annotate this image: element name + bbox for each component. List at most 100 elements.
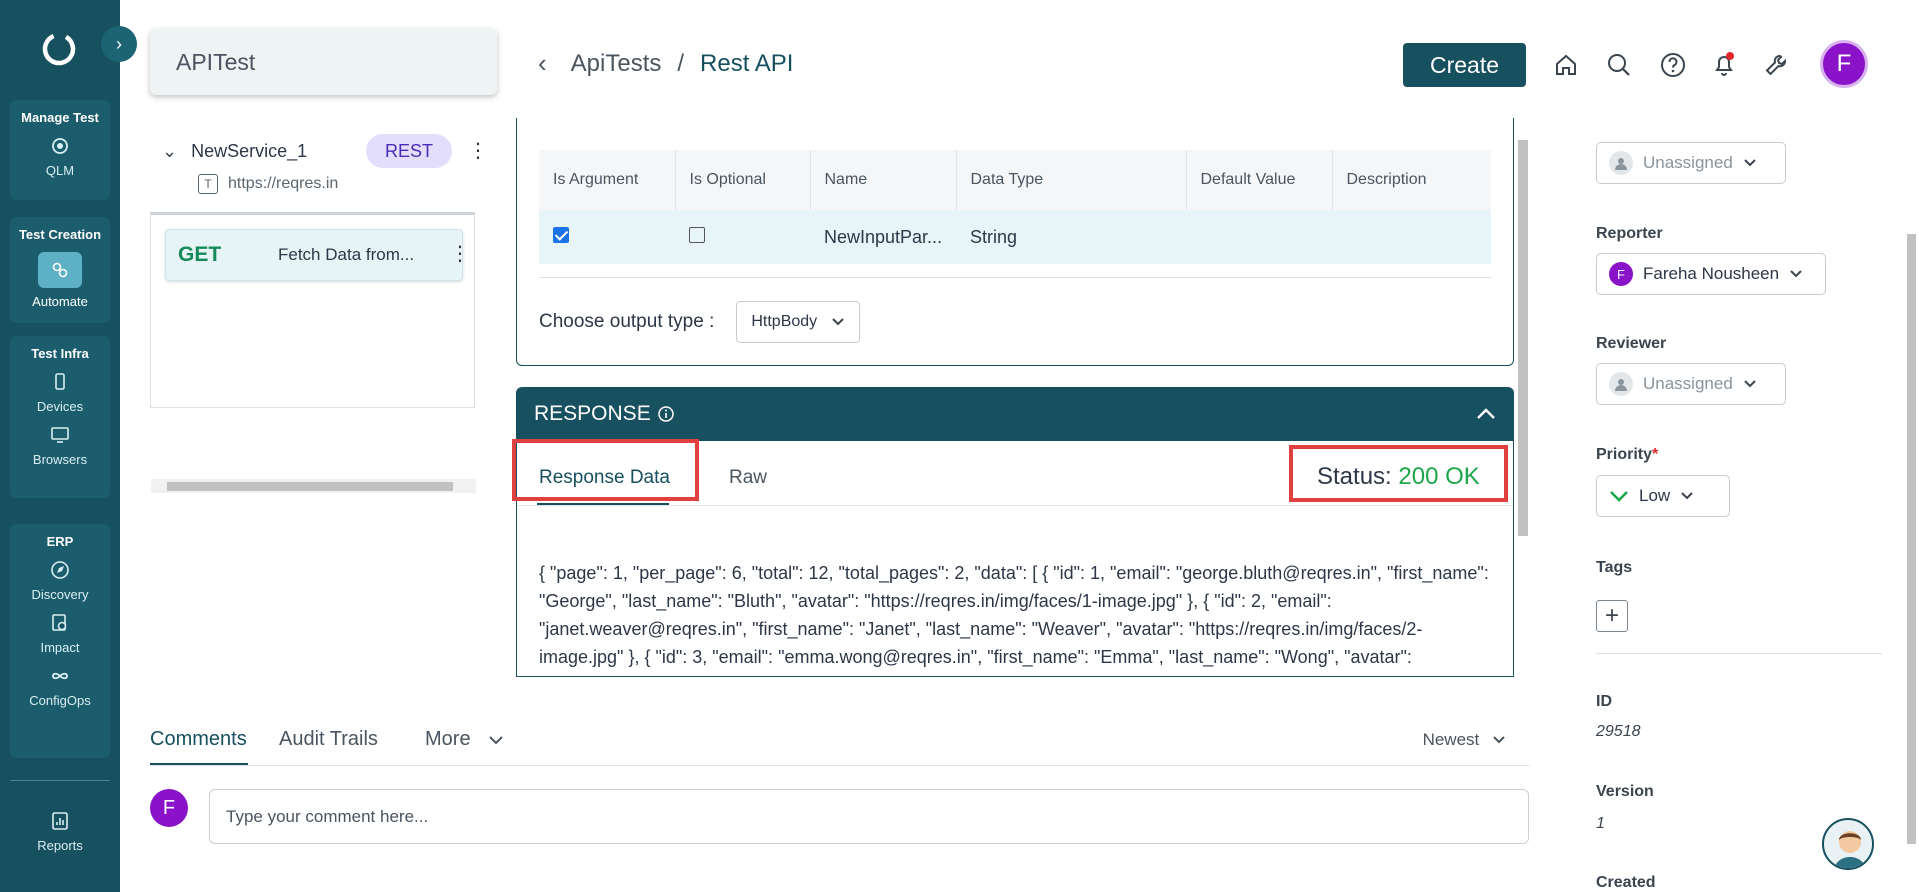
highlight-box bbox=[1289, 445, 1508, 502]
reporter-avatar: F bbox=[1609, 262, 1633, 286]
reviewer-value: Unassigned bbox=[1643, 374, 1733, 393]
more-vert-icon[interactable]: ⋮ bbox=[468, 138, 488, 163]
reporter-select[interactable]: F Fareha Nousheen bbox=[1596, 253, 1826, 295]
column-header: Is Argument bbox=[539, 150, 676, 210]
response-title: RESPONSE bbox=[534, 402, 651, 425]
chevron-right-icon: › bbox=[116, 33, 122, 54]
rail-item-configops[interactable]: ConfigOps bbox=[10, 665, 110, 708]
assignee-select[interactable]: Unassigned bbox=[1596, 142, 1786, 184]
param-data-type[interactable]: String bbox=[956, 210, 1186, 264]
qlm-icon bbox=[52, 138, 68, 154]
parameters-table: Is Argument Is Optional Name Data Type D… bbox=[539, 150, 1491, 264]
table-header-row: Is Argument Is Optional Name Data Type D… bbox=[539, 150, 1491, 210]
breadcrumb-current: Rest API bbox=[700, 49, 794, 77]
response-json: { "page": 1, "per_page": 6, "total": 12,… bbox=[539, 563, 1489, 676]
plus-icon: + bbox=[1604, 602, 1619, 629]
rail-item-automate[interactable]: Automate bbox=[10, 252, 110, 309]
column-header: Name bbox=[810, 150, 957, 210]
tab-raw[interactable]: Raw bbox=[729, 467, 767, 489]
sort-select[interactable]: Newest bbox=[1423, 730, 1506, 750]
person-icon bbox=[1609, 151, 1633, 175]
impact-icon bbox=[52, 614, 67, 631]
chevron-down-icon bbox=[489, 736, 503, 745]
create-button[interactable]: Create bbox=[1403, 43, 1526, 87]
project-name: APITest bbox=[176, 49, 256, 75]
rail-group-title: Test Creation bbox=[18, 227, 102, 242]
divider bbox=[1596, 653, 1882, 654]
back-arrow-icon[interactable]: ‹ bbox=[538, 48, 547, 79]
request-item[interactable]: GET Fetch Data from... ⋮ bbox=[165, 229, 470, 281]
reviewer-select[interactable]: Unassigned bbox=[1596, 363, 1786, 405]
rail-item-label: QLM bbox=[45, 163, 75, 178]
output-type-label: Choose output type : bbox=[539, 311, 715, 332]
tab-more-label: More bbox=[425, 728, 471, 750]
output-type-select[interactable]: HttpBody bbox=[736, 301, 861, 343]
response-header[interactable]: RESPONSE bbox=[516, 387, 1514, 441]
tab-comments[interactable]: Comments bbox=[150, 728, 247, 751]
bell-icon[interactable] bbox=[1710, 51, 1738, 79]
breadcrumb-separator: / bbox=[677, 49, 685, 77]
param-description[interactable] bbox=[1332, 210, 1491, 264]
breadcrumb-parent[interactable]: ApiTests bbox=[571, 50, 662, 78]
configops-icon bbox=[52, 672, 68, 680]
service-tree: ⌄ NewService_1 REST ⋮ T https://reqres.i… bbox=[150, 128, 488, 493]
assignee-value: Unassigned bbox=[1643, 153, 1733, 172]
rail-item-label: Automate bbox=[32, 294, 88, 309]
chevron-down-icon bbox=[1744, 159, 1756, 167]
top-bar: APITest ‹ ApiTests / Rest API Create F bbox=[120, 0, 1919, 128]
help-icon[interactable] bbox=[1659, 51, 1687, 79]
rail-item-devices[interactable]: Devices bbox=[10, 371, 110, 414]
rail-item-reports[interactable]: Reports bbox=[10, 810, 110, 853]
rail-group-test-creation: Test Creation Automate bbox=[10, 217, 110, 323]
output-type-row: Choose output type : HttpBody bbox=[539, 301, 861, 343]
service-node[interactable]: ⌄ NewService_1 REST ⋮ bbox=[162, 132, 488, 170]
horizontal-scrollbar[interactable] bbox=[151, 479, 476, 493]
vertical-scrollbar[interactable] bbox=[1516, 128, 1530, 674]
add-tag-button[interactable]: + bbox=[1596, 600, 1628, 632]
project-selector[interactable]: APITest bbox=[150, 29, 497, 95]
request-list: GET Fetch Data from... ⋮ bbox=[150, 212, 476, 493]
chevron-down-icon[interactable]: ⌄ bbox=[162, 141, 177, 162]
sort-value: Newest bbox=[1422, 730, 1480, 749]
chevron-up-icon[interactable] bbox=[1476, 408, 1496, 420]
request-name: Fetch Data from... bbox=[278, 245, 415, 264]
assistant-bot-icon[interactable] bbox=[1822, 818, 1874, 870]
chevron-down-green-icon bbox=[1610, 491, 1628, 502]
param-default-value[interactable] bbox=[1186, 210, 1332, 264]
vertical-scrollbar[interactable] bbox=[1904, 128, 1919, 892]
is-argument-checkbox[interactable] bbox=[553, 226, 569, 243]
user-avatar[interactable]: F bbox=[1820, 40, 1868, 88]
tab-more[interactable]: More bbox=[425, 728, 504, 751]
priority-value: Low bbox=[1639, 486, 1671, 505]
rail-item-browsers[interactable]: Browsers bbox=[10, 424, 110, 467]
rail-item-impact[interactable]: Impact bbox=[10, 612, 110, 655]
rail-item-label: Reports bbox=[37, 838, 83, 853]
chevron-down-icon bbox=[1744, 380, 1756, 388]
comment-avatar: F bbox=[150, 789, 188, 827]
tab-audit-trails[interactable]: Audit Trails bbox=[279, 728, 378, 751]
rail-item-discovery[interactable]: Discovery bbox=[10, 559, 110, 602]
param-name[interactable]: NewInputPar... bbox=[810, 210, 956, 264]
priority-select[interactable]: Low bbox=[1596, 475, 1730, 517]
more-vert-icon[interactable]: ⋮ bbox=[450, 241, 470, 266]
is-optional-checkbox[interactable] bbox=[689, 226, 705, 243]
rail-item-label: Impact bbox=[40, 640, 80, 655]
created-label: Created bbox=[1596, 874, 1656, 891]
rail-group-test-infra: Test Infra Devices Browsers bbox=[10, 336, 110, 498]
rail-toggle-button[interactable]: › bbox=[101, 26, 137, 62]
comment-input[interactable]: Type your comment here... bbox=[209, 789, 1529, 844]
browsers-icon bbox=[51, 427, 69, 443]
search-icon[interactable] bbox=[1605, 51, 1633, 79]
rail-item-label: Browsers bbox=[32, 452, 88, 467]
rail-item-qlm[interactable]: QLM bbox=[10, 135, 110, 178]
column-header: Data Type bbox=[956, 150, 1187, 210]
home-icon[interactable] bbox=[1552, 51, 1580, 79]
version-value: 1 bbox=[1596, 815, 1605, 832]
wrench-icon[interactable] bbox=[1763, 51, 1791, 79]
chevron-down-icon bbox=[832, 318, 844, 326]
left-rail: Manage Test QLM Test Creation Automate T… bbox=[0, 0, 120, 892]
text-field-icon: T bbox=[198, 174, 218, 194]
rail-group-title: ERP bbox=[46, 534, 74, 549]
automate-icon bbox=[38, 252, 82, 288]
app-logo-icon[interactable] bbox=[40, 30, 78, 68]
